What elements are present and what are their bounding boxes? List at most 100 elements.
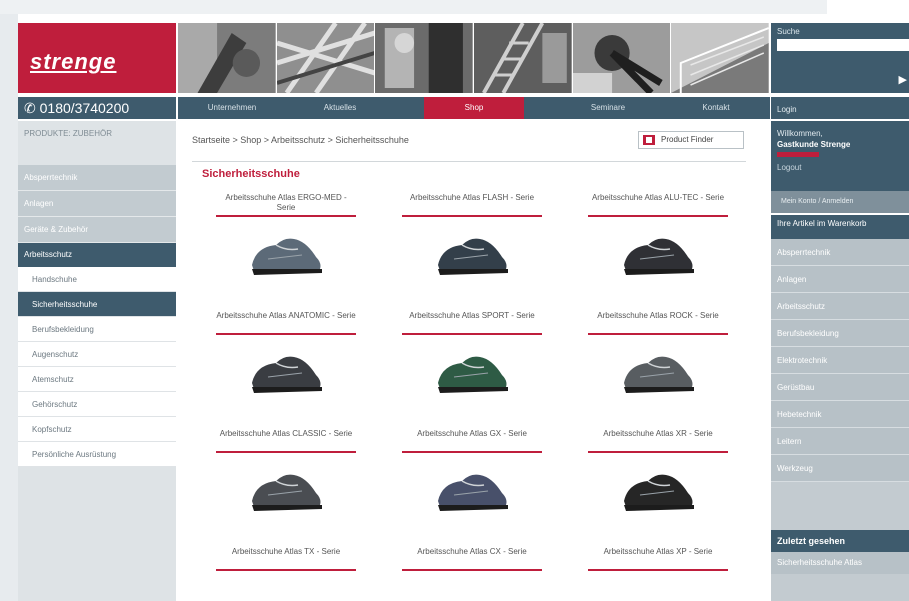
right-sidebar: Willkommen, Gastkunde Strenge Logout Mei… <box>771 121 909 601</box>
login-box: Willkommen, Gastkunde Strenge Logout Mei… <box>771 121 909 213</box>
shoe-image[interactable] <box>402 335 542 409</box>
banner-photo-ladder <box>474 23 573 93</box>
sidebar-subitem-sicherheitsschuhe[interactable]: Sicherheitsschuhe <box>18 292 176 317</box>
page-title: Sicherheitsschuhe <box>202 168 300 180</box>
product-name[interactable]: Arbeitsschuhe Atlas CLASSIC - Serie <box>216 429 356 453</box>
phone-number: ✆ 0180/3740200 <box>18 97 176 119</box>
sidebar-title: PRODUKTE: ZUBEHÖR <box>24 129 113 138</box>
product-name[interactable]: Arbeitsschuhe Atlas ALU-TEC - Serie <box>588 193 728 217</box>
product-card[interactable]: Arbeitsschuhe Atlas SPORT - Serie <box>402 311 542 409</box>
search-label: Suche <box>777 27 800 36</box>
shoe-image[interactable] <box>588 217 728 291</box>
right-sidebar-item[interactable]: Hebetechnik <box>771 401 909 428</box>
main-nav: Unternehmen Aktuelles Shop Seminare Kont… <box>178 97 770 119</box>
shoe-image[interactable] <box>402 217 542 291</box>
shoe-image[interactable] <box>216 335 356 409</box>
sidebar-subitem-atemschutz[interactable]: Atemschutz <box>18 367 176 392</box>
category-list: Absperrtechnik Anlagen Arbeitsschutz Berufs… <box>771 239 909 482</box>
search-go-button[interactable]: ▶ <box>899 73 907 86</box>
nav-item-seminare[interactable]: Seminare <box>554 97 662 119</box>
nav-item-shop[interactable]: Shop <box>424 97 524 119</box>
product-card[interactable]: Arbeitsschuhe Atlas ANATOMIC - Serie <box>216 311 356 409</box>
right-sidebar-item[interactable]: Anlagen <box>771 266 909 293</box>
product-name[interactable]: Arbeitsschuhe Atlas GX - Serie <box>402 429 542 453</box>
product-card[interactable]: Arbeitsschuhe Atlas ERGO-MED - Serie <box>216 193 356 291</box>
search-input[interactable] <box>777 39 909 51</box>
sidebar-item-arbeitsschutz[interactable]: Arbeitsschutz <box>18 243 176 267</box>
banner-photo-worker <box>375 23 475 93</box>
product-card[interactable]: Arbeitsschuhe Atlas ALU-TEC - Serie <box>588 193 728 291</box>
breadcrumb[interactable]: Startseite > Shop > Arbeitsschutz > Sich… <box>192 135 409 145</box>
shoe-image[interactable] <box>588 453 728 527</box>
product-name[interactable]: Arbeitsschuhe Atlas CX - Serie <box>402 547 542 571</box>
divider <box>192 161 746 162</box>
sidebar-subitem-berufsbekleidung[interactable]: Berufsbekleidung <box>18 317 176 342</box>
product-card[interactable]: Arbeitsschuhe Atlas GX - Serie <box>402 429 542 527</box>
sidebar-item-anlagen[interactable]: Anlagen <box>18 191 176 217</box>
product-card[interactable]: Arbeitsschuhe Atlas XR - Serie <box>588 429 728 527</box>
main-content: Startseite > Shop > Arbeitsschutz > Sich… <box>178 121 770 601</box>
product-card[interactable]: Arbeitsschuhe Atlas FLASH - Serie <box>402 193 542 291</box>
account-button[interactable]: Mein Konto / Anmelden <box>771 191 909 213</box>
shoe-image[interactable] <box>216 217 356 291</box>
product-finder-icon <box>643 135 655 145</box>
product-name[interactable]: Arbeitsschuhe Atlas TX - Serie <box>216 547 356 571</box>
product-name[interactable]: Arbeitsschuhe Atlas FLASH - Serie <box>402 193 542 217</box>
recent-item[interactable]: Sicherheitsschuhe Atlas <box>771 552 909 574</box>
right-sidebar-item[interactable]: Berufsbekleidung <box>771 320 909 347</box>
sidebar-subitem-gehoerschutz[interactable]: Gehörschutz <box>18 392 176 417</box>
shoe-image[interactable] <box>216 453 356 527</box>
logo-text: strenge <box>30 49 117 74</box>
product-name[interactable]: Arbeitsschuhe Atlas SPORT - Serie <box>402 311 542 335</box>
product-name[interactable]: Arbeitsschuhe Atlas ERGO-MED - Serie <box>216 193 356 217</box>
recent-header: Zuletzt gesehen <box>771 530 909 552</box>
sidebar-item-absperrtechnik[interactable]: Absperrtechnik <box>18 165 176 191</box>
product-card[interactable]: Arbeitsschuhe Atlas XP - Serie <box>588 547 728 571</box>
product-name[interactable]: Arbeitsschuhe Atlas XP - Serie <box>588 547 728 571</box>
sidebar-item-geraete[interactable]: Geräte & Zubehör <box>18 217 176 243</box>
shoe-image[interactable] <box>588 335 728 409</box>
user-name: Gastkunde Strenge <box>777 140 851 149</box>
logout-link[interactable]: Logout <box>777 163 903 172</box>
sidebar-subitem-kopfschutz[interactable]: Kopfschutz <box>18 417 176 442</box>
banner-photo-pliers <box>572 23 672 93</box>
right-sidebar-item[interactable]: Leitern <box>771 428 909 455</box>
banner-photo-building <box>671 23 771 93</box>
header-banner <box>178 23 771 93</box>
welcome-text: Willkommen, <box>777 129 823 138</box>
account-label: Mein Konto / Anmelden <box>781 198 854 205</box>
nav-item-unternehmen[interactable]: Unternehmen <box>178 97 286 119</box>
product-card[interactable]: Arbeitsschuhe Atlas CLASSIC - Serie <box>216 429 356 527</box>
logo[interactable]: strenge <box>18 23 176 93</box>
product-finder-label: Product Finder <box>661 135 714 144</box>
user-underline <box>777 152 819 157</box>
product-name[interactable]: Arbeitsschuhe Atlas XR - Serie <box>588 429 728 453</box>
left-sidebar: PRODUKTE: ZUBEHÖR Absperrtechnik Anlagen… <box>18 121 176 601</box>
right-sidebar-item[interactable]: Gerüstbau <box>771 374 909 401</box>
nav-item-kontakt[interactable]: Kontakt <box>662 97 770 119</box>
shoe-image[interactable] <box>402 453 542 527</box>
search-panel: Suche ▶ <box>771 23 909 93</box>
product-card[interactable]: Arbeitsschuhe Atlas CX - Serie <box>402 547 542 571</box>
banner-photo-cables <box>276 23 376 93</box>
product-card[interactable]: Arbeitsschuhe Atlas TX - Serie <box>216 547 356 571</box>
product-finder-button[interactable]: Product Finder <box>638 131 744 149</box>
product-card[interactable]: Arbeitsschuhe Atlas ROCK - Serie <box>588 311 728 409</box>
login-label: Login <box>771 97 909 119</box>
product-name[interactable]: Arbeitsschuhe Atlas ROCK - Serie <box>588 311 728 335</box>
right-sidebar-item[interactable]: Arbeitsschutz <box>771 293 909 320</box>
sidebar-spacer <box>771 482 909 530</box>
sidebar-subitem-handschuhe[interactable]: Handschuhe <box>18 267 176 292</box>
sidebar-subitem-augenschutz[interactable]: Augenschutz <box>18 342 176 367</box>
page: strenge Suche ▶ ✆ 0180/3740200 Unternehm… <box>18 14 909 601</box>
right-sidebar-item[interactable]: Absperrtechnik <box>771 239 909 266</box>
cart-header: Ihre Artikel im Warenkorb <box>771 213 909 239</box>
right-sidebar-item[interactable]: Elektrotechnik <box>771 347 909 374</box>
nav-item-aktuelles[interactable]: Aktuelles <box>286 97 394 119</box>
sidebar-subitem-ausruestung[interactable]: Persönliche Ausrüstung <box>18 442 176 467</box>
banner-photo-tools <box>178 23 277 93</box>
product-name[interactable]: Arbeitsschuhe Atlas ANATOMIC - Serie <box>216 311 356 335</box>
window-top-strip <box>0 0 909 14</box>
top-notch <box>827 0 909 14</box>
right-sidebar-item[interactable]: Werkzeug <box>771 455 909 482</box>
